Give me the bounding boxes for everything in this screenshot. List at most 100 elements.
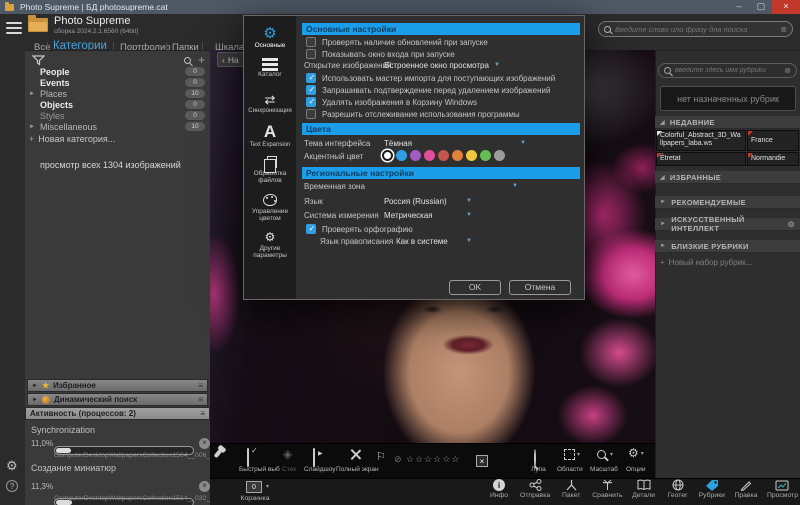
- color-swatch[interactable]: [410, 150, 421, 161]
- checkbox-row[interactable]: Запрашивать подтверждение перед удаление…: [306, 85, 550, 95]
- section-favorites[interactable]: ◢ ИЗБРАННЫЕ: [655, 171, 800, 184]
- batch-button[interactable]: Пакет: [558, 479, 584, 504]
- nav-sync[interactable]: ⇄ Синхронизация: [244, 92, 296, 115]
- activity-panel-header[interactable]: Активность (процессов: 2) ≡: [25, 407, 210, 420]
- label-search-input[interactable]: [675, 67, 780, 74]
- tree-item-styles[interactable]: Styles 0: [25, 110, 210, 121]
- clear-search-icon[interactable]: ⊗: [780, 25, 787, 34]
- section-recommended[interactable]: ► РЕКОМЕНДУЕМЫЕ: [655, 196, 800, 209]
- stack-button[interactable]: ◈: [283, 447, 292, 461]
- global-search[interactable]: ⊗: [598, 21, 793, 37]
- slideshow-button[interactable]: [313, 449, 315, 467]
- edit-button[interactable]: Правка: [733, 479, 759, 504]
- panel-menu-icon[interactable]: ≡: [198, 395, 203, 404]
- nav-file-handling[interactable]: Обработка файлов: [244, 156, 296, 184]
- spell-lang-select[interactable]: Как в системе: [396, 237, 448, 246]
- units-select[interactable]: Метрическая: [384, 211, 433, 220]
- flag-button[interactable]: ⚐: [376, 450, 386, 463]
- chevron-down-icon[interactable]: ▼: [466, 212, 472, 218]
- checkbox-row[interactable]: Использовать мастер импорта для поступаю…: [306, 73, 555, 83]
- open-mode-select[interactable]: Встроенное окно просмотра: [384, 61, 489, 70]
- global-search-input[interactable]: [615, 25, 776, 34]
- zoom-button[interactable]: ▾: [597, 450, 613, 459]
- favorites-panel-header[interactable]: ► ★ Избранное ≡: [27, 379, 208, 392]
- theme-select[interactable]: Тёмная: [384, 139, 412, 148]
- color-swatch[interactable]: [480, 150, 491, 161]
- nav-text-expansion[interactable]: A Text Expansion: [244, 122, 296, 149]
- sidebar-search-icon[interactable]: [184, 57, 191, 64]
- rating-stars[interactable]: ☆☆☆☆☆☆: [406, 454, 460, 465]
- hamburger-menu-icon[interactable]: [6, 22, 22, 34]
- labels-button[interactable]: Рубрики: [699, 479, 725, 504]
- label-tag[interactable]: Colorful_Abstract_3D_Wallpapers_laba.ws: [656, 130, 746, 151]
- checkbox[interactable]: [306, 224, 316, 234]
- nav-other[interactable]: ⚙ Другие параметры: [244, 230, 296, 259]
- checkbox[interactable]: [306, 37, 316, 47]
- remove-rating-button[interactable]: ×: [476, 455, 488, 467]
- sidebar-add-icon[interactable]: +: [198, 53, 205, 67]
- cancel-task-icon[interactable]: ×: [199, 481, 210, 492]
- checkbox-row[interactable]: Показывать окно входа при запуске: [306, 49, 455, 59]
- color-swatch[interactable]: [494, 150, 505, 161]
- gear-icon[interactable]: ⚙: [788, 220, 795, 229]
- checkbox-row[interactable]: Проверять орфографию: [306, 224, 413, 234]
- chevron-down-icon[interactable]: ▼: [466, 238, 472, 244]
- color-swatch[interactable]: [396, 150, 407, 161]
- settings-gear-icon[interactable]: ⚙: [6, 458, 18, 474]
- checkbox[interactable]: [306, 109, 316, 119]
- label-tag[interactable]: France: [747, 130, 799, 151]
- basket-button[interactable]: 0: [246, 481, 262, 493]
- checkbox[interactable]: [306, 73, 316, 83]
- close-button[interactable]: ×: [772, 0, 800, 14]
- expand-arrow-icon[interactable]: ►: [29, 91, 35, 97]
- label-search[interactable]: ⊗: [658, 63, 797, 78]
- panel-menu-icon[interactable]: ≡: [198, 381, 203, 390]
- chevron-down-icon[interactable]: ▼: [512, 183, 518, 189]
- geotag-button[interactable]: Геотег: [665, 479, 691, 504]
- chevron-down-icon[interactable]: ▼: [466, 198, 472, 204]
- chevron-down-icon[interactable]: ▼: [520, 140, 526, 146]
- options-button[interactable]: ⚙ ▾: [628, 446, 644, 460]
- share-button[interactable]: Отправка: [520, 479, 550, 504]
- section-related[interactable]: ► БЛИЗКИЕ РУБРИКИ: [655, 240, 800, 253]
- view-all-link[interactable]: просмотр всех 1304 изображений: [40, 160, 181, 170]
- chevron-down-icon[interactable]: ▼: [494, 62, 500, 68]
- nav-catalog[interactable]: Каталог: [244, 58, 296, 78]
- expand-arrow-icon[interactable]: ►: [29, 124, 35, 130]
- color-swatch[interactable]: [424, 150, 435, 161]
- color-swatch-selected[interactable]: [382, 150, 393, 161]
- cancel-button[interactable]: Отмена: [509, 280, 571, 295]
- tree-item-places[interactable]: ► Places 10: [25, 88, 210, 99]
- compare-button[interactable]: Сравнить: [592, 479, 622, 504]
- basket-dropdown-icon[interactable]: ▾: [266, 483, 269, 490]
- checkbox[interactable]: [306, 49, 316, 59]
- label-tag[interactable]: Normandie: [747, 152, 799, 166]
- language-select[interactable]: Россия (Russian): [384, 197, 447, 206]
- checkbox-row[interactable]: Разрешить отслеживание использования про…: [306, 109, 520, 119]
- minimize-button[interactable]: –: [728, 0, 750, 14]
- color-swatch[interactable]: [438, 150, 449, 161]
- new-label-set-button[interactable]: + Новый набор рубрик...: [660, 258, 752, 267]
- color-swatch[interactable]: [452, 150, 463, 161]
- tree-item-people[interactable]: People 0: [25, 66, 210, 77]
- checkbox-row[interactable]: Удалять изображения в Корзину Windows: [306, 97, 477, 107]
- view-button[interactable]: Просмотр: [767, 479, 798, 504]
- section-ai[interactable]: ► ИСКУССТВЕННЫЙ ИНТЕЛЛЕКТ ⚙: [655, 218, 800, 231]
- maximize-button[interactable]: ▢: [750, 0, 772, 14]
- ok-button[interactable]: OK: [449, 280, 501, 295]
- info-button[interactable]: i Инфо: [486, 479, 512, 504]
- checkbox[interactable]: [306, 85, 316, 95]
- section-recent[interactable]: ◢ НЕДАВНИЕ: [655, 116, 800, 129]
- tree-item-objects[interactable]: Objects 0: [25, 99, 210, 110]
- dynamic-search-panel-header[interactable]: ► Динамический поиск ≡: [27, 393, 208, 406]
- clear-rating-button[interactable]: ⊘: [394, 454, 402, 465]
- areas-button[interactable]: ▾: [564, 449, 580, 460]
- details-button[interactable]: Детали: [631, 479, 657, 504]
- color-swatch[interactable]: [466, 150, 477, 161]
- quick-select-button[interactable]: [247, 449, 249, 467]
- checkbox[interactable]: [306, 97, 316, 107]
- cancel-task-icon[interactable]: ×: [199, 438, 210, 449]
- tree-item-events[interactable]: Events 0: [25, 77, 210, 88]
- nav-color-management[interactable]: Управление цветом: [244, 194, 296, 222]
- nav-general[interactable]: ⚙ Основные: [244, 24, 296, 49]
